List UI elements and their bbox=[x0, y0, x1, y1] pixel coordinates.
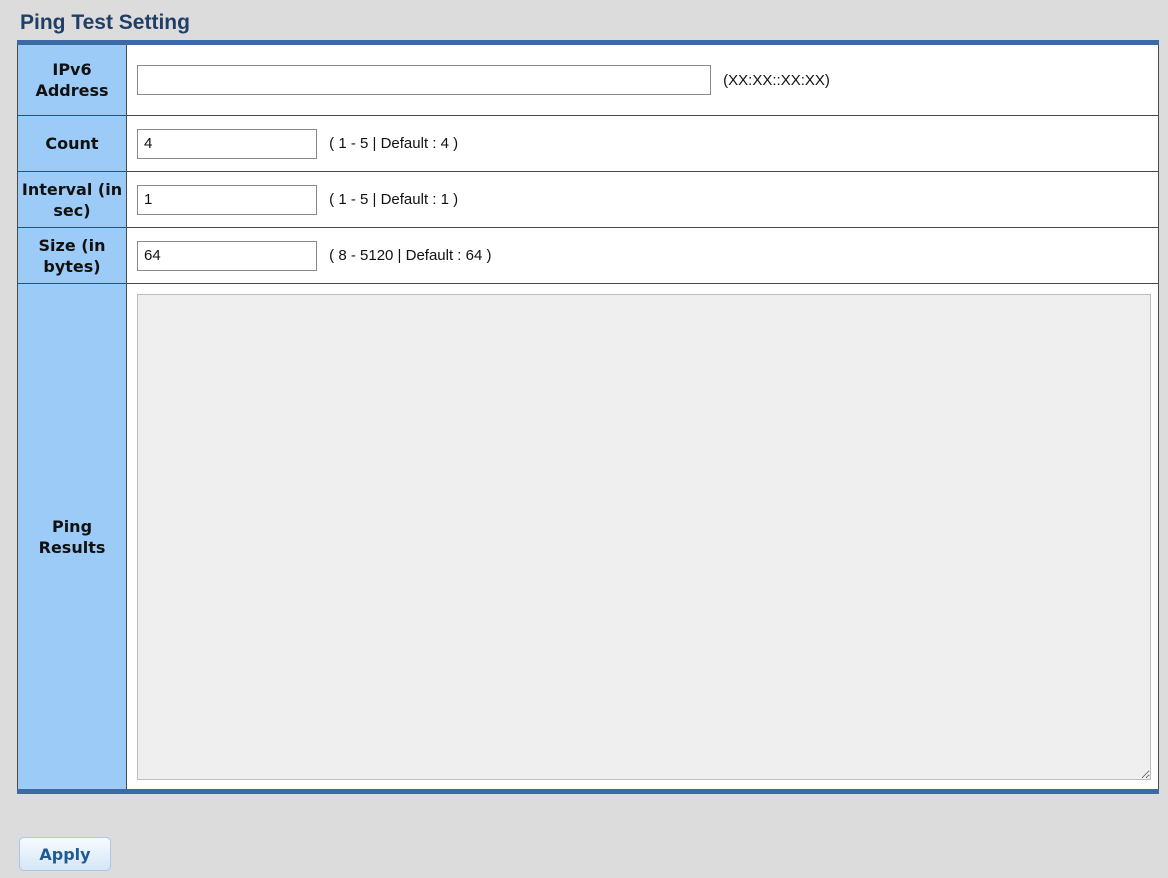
ping-settings-table: IPv6 Address (XX:XX::XX:XX) Count ( 1 - … bbox=[17, 40, 1159, 794]
ipv6-address-input[interactable] bbox=[137, 65, 711, 95]
interval-row: Interval (in sec) ( 1 - 5 | Default : 1 … bbox=[17, 171, 1159, 228]
size-label: Size (in bytes) bbox=[17, 227, 127, 284]
ping-results-value-cell bbox=[126, 283, 1159, 792]
count-value-cell: ( 1 - 5 | Default : 4 ) bbox=[126, 115, 1159, 172]
section-title: Ping Test Setting bbox=[20, 11, 190, 34]
size-value-cell: ( 8 - 5120 | Default : 64 ) bbox=[126, 227, 1159, 284]
ping-test-page: Ping Test Setting IPv6 Address (XX:XX::X… bbox=[0, 0, 1168, 878]
size-input[interactable] bbox=[137, 240, 317, 271]
ipv6-address-hint: (XX:XX::XX:XX) bbox=[723, 71, 830, 89]
size-row: Size (in bytes) ( 8 - 5120 | Default : 6… bbox=[17, 227, 1159, 284]
ipv6-address-label: IPv6 Address bbox=[17, 42, 127, 116]
count-row: Count ( 1 - 5 | Default : 4 ) bbox=[17, 115, 1159, 172]
apply-button[interactable]: Apply bbox=[19, 837, 111, 871]
interval-value-cell: ( 1 - 5 | Default : 1 ) bbox=[126, 171, 1159, 228]
ping-results-textarea[interactable] bbox=[137, 293, 1151, 780]
count-input[interactable] bbox=[137, 128, 317, 159]
ping-results-label: Ping Results bbox=[17, 283, 127, 792]
size-hint: ( 8 - 5120 | Default : 64 ) bbox=[329, 247, 492, 264]
interval-hint: ( 1 - 5 | Default : 1 ) bbox=[329, 191, 459, 208]
count-hint: ( 1 - 5 | Default : 4 ) bbox=[329, 135, 459, 152]
ping-results-row: Ping Results bbox=[17, 283, 1159, 792]
interval-input[interactable] bbox=[137, 184, 317, 215]
ipv6-address-value-cell: (XX:XX::XX:XX) bbox=[126, 42, 1159, 116]
count-label: Count bbox=[17, 115, 127, 172]
ipv6-address-row: IPv6 Address (XX:XX::XX:XX) bbox=[17, 42, 1159, 116]
interval-label: Interval (in sec) bbox=[17, 171, 127, 228]
